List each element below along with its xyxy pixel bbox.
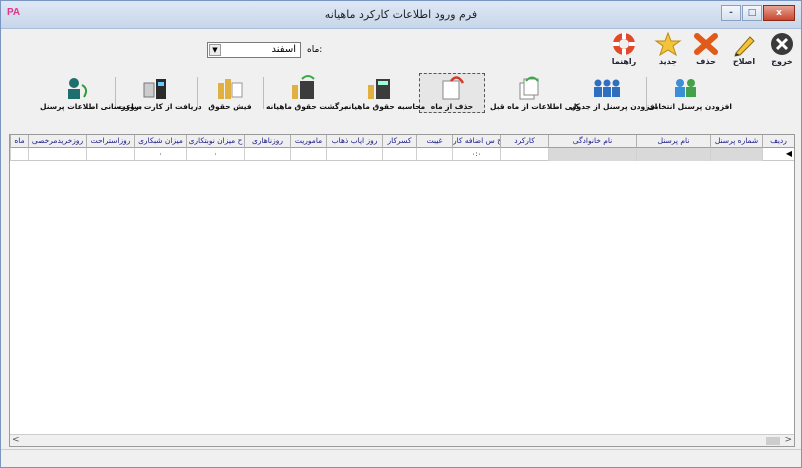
pencil-icon [734, 36, 755, 57]
chevron-down-icon[interactable]: ▼ [209, 44, 221, 56]
data-grid[interactable]: ماه روزخریدمرخصی روزاستراحت میزان شبکاری… [9, 134, 795, 447]
column-header[interactable]: میزان شبکاری [134, 135, 186, 148]
action-toolbar: افزودن پرسنل انتخابی افزودن پرسنل از جدو… [1, 71, 801, 117]
time-clock-icon [143, 79, 166, 99]
copy-prev-month-label: کپی اطلاعات از ماه قبل [490, 102, 580, 111]
cell[interactable] [548, 148, 636, 161]
revert-salary-button[interactable]: برگشت حقوق ماهیانه [265, 73, 347, 113]
column-header[interactable]: ح میزان نوبتکاری [186, 135, 244, 148]
cell[interactable] [244, 148, 290, 161]
cell[interactable] [10, 148, 28, 161]
coins-doc-icon [218, 79, 243, 99]
revert-calculator-icon [292, 75, 315, 99]
cell[interactable] [86, 148, 134, 161]
cell[interactable] [500, 148, 548, 161]
payslip-label: فیش حقوق [208, 102, 252, 111]
payslip-button[interactable]: فیش حقوق [201, 73, 259, 113]
help-label: راهنما [611, 57, 637, 66]
overtime-cell[interactable]: ۰:۰ [452, 148, 500, 161]
maximize-button[interactable]: □ [742, 5, 762, 21]
month-select[interactable]: ▼ اسفند [207, 42, 301, 58]
delete-from-month-button[interactable]: حذف از ماه [419, 73, 485, 113]
column-header[interactable]: کارکرد [500, 135, 548, 148]
column-header[interactable]: ماه [10, 135, 28, 148]
divider [263, 77, 264, 109]
new-label: جدید [658, 57, 677, 66]
delete-button[interactable]: حذف [687, 31, 725, 69]
add-from-table-label: افزودن پرسنل از جدول [570, 102, 658, 111]
row-pointer-icon: ◀ [785, 149, 793, 158]
new-button[interactable]: جدید [649, 31, 687, 69]
cell[interactable] [710, 148, 762, 161]
person-sync-icon [68, 78, 88, 99]
star-icon [654, 31, 682, 57]
remove-doc-icon [442, 76, 465, 100]
exit-button[interactable]: خروج [763, 31, 801, 69]
help-button[interactable]: راهنما [605, 31, 643, 69]
calculate-salary-label: محاسبه حقوق ماهیانه [344, 102, 426, 111]
top-actions: خروج اصلاح حذف جدید راهنما [1, 29, 801, 71]
scroll-left-icon[interactable]: < [12, 435, 20, 445]
add-people-icon [675, 79, 696, 97]
people-group-icon [594, 79, 620, 97]
delete-label: حذف [696, 57, 716, 66]
column-header[interactable]: غیبت [416, 135, 452, 148]
column-header[interactable]: نام پرسنل [636, 135, 710, 148]
cell[interactable] [416, 148, 452, 161]
column-header[interactable]: نام خانوادگی [548, 135, 636, 148]
revert-salary-label: برگشت حقوق ماهیانه [266, 102, 347, 111]
column-header[interactable]: ردیف [762, 135, 794, 148]
calculator-icon [368, 79, 390, 99]
title-bar: PA فرم ورود اطلاعات کارکرد ماهیانه - □ x [1, 1, 801, 29]
scroll-right-icon[interactable]: > [784, 435, 792, 445]
column-header[interactable]: ماموریت [290, 135, 326, 148]
window-controls: - □ x [720, 5, 795, 21]
exit-label: خروج [771, 57, 793, 66]
cell[interactable] [382, 148, 416, 161]
horizontal-scrollbar[interactable]: < > [10, 434, 794, 446]
delete-from-month-label: حذف از ماه [430, 102, 474, 111]
cell[interactable] [290, 148, 326, 161]
column-header[interactable]: کسرکار [382, 135, 416, 148]
minimize-button[interactable]: - [721, 5, 741, 21]
night-shift-cell[interactable]: ۰ [134, 148, 186, 161]
exit-icon [771, 33, 793, 55]
update-personnel-label: بروزرسانی اطلاعات پرسنل [40, 102, 143, 111]
delete-x-icon [694, 33, 718, 55]
app-icon: PA [7, 7, 21, 18]
copy-prev-month-button[interactable]: کپی اطلاعات از ماه قبل [489, 73, 580, 113]
scroll-thumb[interactable] [766, 437, 780, 445]
column-header[interactable]: روزناهاری [244, 135, 290, 148]
add-selected-label: افزودن پرسنل انتخابی [648, 102, 732, 111]
month-label: ماه: [307, 45, 323, 55]
cell[interactable] [636, 148, 710, 161]
shift-cell[interactable]: ۰ [186, 148, 244, 161]
copy-doc-icon [519, 76, 539, 100]
close-button[interactable]: x [763, 5, 795, 21]
cell[interactable] [28, 148, 86, 161]
column-header[interactable]: ح س اضافه کار [452, 135, 500, 148]
month-value: اسفند [271, 44, 296, 55]
column-header[interactable]: روزاستراحت [86, 135, 134, 148]
add-from-table-button[interactable]: افزودن پرسنل از جدول [569, 73, 658, 113]
calculate-salary-button[interactable]: محاسبه حقوق ماهیانه [343, 73, 426, 113]
main-window: PA فرم ورود اطلاعات کارکرد ماهیانه - □ x… [0, 0, 802, 468]
lifebuoy-icon [613, 33, 635, 55]
table-row[interactable]: ۰ ۰ ۰:۰ ◀ [10, 148, 794, 161]
update-personnel-button[interactable]: بروزرسانی اطلاعات پرسنل [39, 73, 143, 113]
status-bar [1, 449, 801, 467]
cell[interactable] [762, 148, 784, 161]
cell[interactable] [326, 148, 382, 161]
window-title: فرم ورود اطلاعات کارکرد ماهیانه [324, 8, 478, 21]
column-header[interactable]: شماره پرسنل [710, 135, 762, 148]
column-header[interactable]: روز ایاب ذهاب [326, 135, 382, 148]
edit-label: اصلاح [732, 57, 756, 66]
add-selected-personnel-button[interactable]: افزودن پرسنل انتخابی [647, 73, 732, 113]
grid-header: ماه روزخریدمرخصی روزاستراحت میزان شبکاری… [10, 135, 794, 148]
edit-button[interactable]: اصلاح [725, 31, 763, 69]
column-header[interactable]: روزخریدمرخصی [28, 135, 86, 148]
